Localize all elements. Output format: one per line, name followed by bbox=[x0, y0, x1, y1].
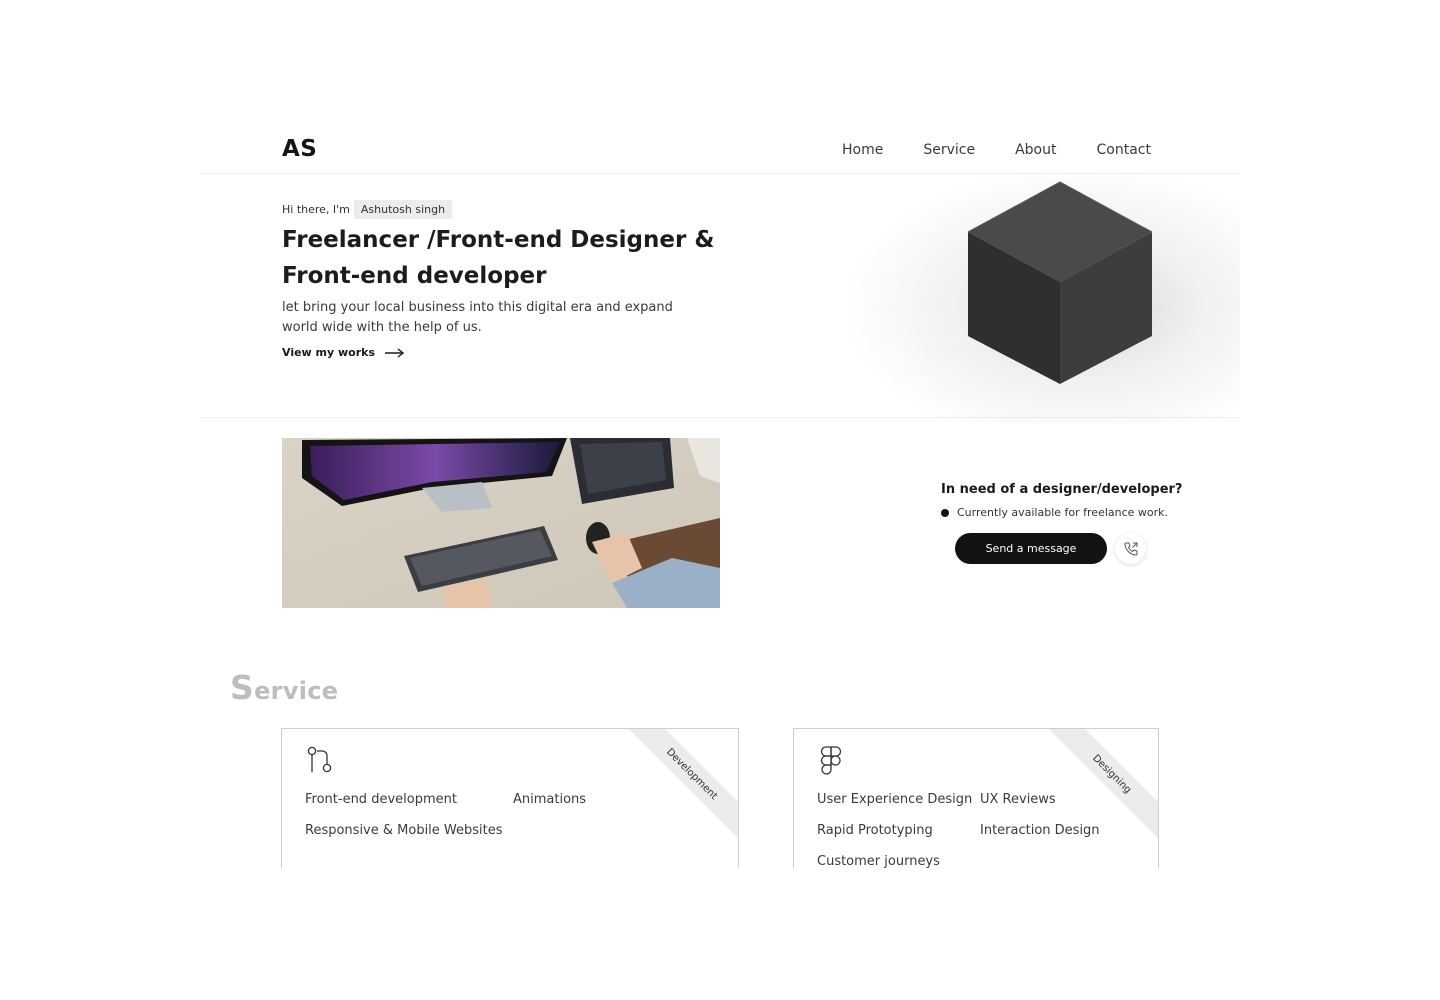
service-heading: Service bbox=[230, 668, 338, 707]
portfolio-page: AS Home Service About Contact Hi there, … bbox=[200, 120, 1240, 868]
service-item: Front-end development bbox=[305, 792, 457, 807]
view-works-link[interactable]: View my works bbox=[282, 346, 405, 359]
cube-icon bbox=[967, 181, 1153, 384]
nav-about[interactable]: About bbox=[1015, 142, 1056, 158]
view-works-label: View my works bbox=[282, 346, 376, 359]
hero-headline: Freelancer /Front-end Designer & Front-e… bbox=[282, 227, 715, 289]
availability-text: Currently available for freelance work. bbox=[957, 506, 1169, 519]
greeting-text: Hi there, I'm bbox=[282, 203, 350, 216]
service-list: Front-end development Animations Respons… bbox=[305, 791, 693, 839]
service-item: User Experience Design bbox=[817, 792, 973, 807]
service-heading-cap: S bbox=[230, 668, 255, 707]
status-dot-icon bbox=[941, 508, 949, 517]
logo[interactable]: AS bbox=[282, 136, 317, 162]
nav-service[interactable]: Service bbox=[923, 142, 975, 158]
send-message-button[interactable]: Send a message bbox=[955, 533, 1107, 564]
service-item: Animations bbox=[513, 792, 587, 807]
cta-title: In need of a designer/developer? bbox=[941, 482, 1183, 497]
service-card-development: Development Front-end development Animat… bbox=[281, 728, 739, 868]
ribbon-label: Designing bbox=[1090, 752, 1134, 796]
git-branch-icon bbox=[307, 746, 332, 773]
service-item: Interaction Design bbox=[980, 823, 1100, 838]
service-item: UX Reviews bbox=[980, 792, 1056, 807]
nav-home[interactable]: Home bbox=[842, 142, 883, 158]
service-item: Rapid Prototyping bbox=[817, 823, 933, 838]
arrow-right-icon bbox=[385, 347, 405, 358]
name-chip: Ashutosh singh bbox=[353, 200, 453, 219]
service-item: Responsive & Mobile Websites bbox=[305, 823, 503, 838]
phone-icon bbox=[1123, 542, 1137, 556]
service-heading-rest: ervice bbox=[254, 677, 339, 705]
figma-icon bbox=[820, 746, 842, 775]
workspace-image bbox=[282, 438, 720, 608]
hero-section: Hi there, I'm Ashutosh singh Freelancer … bbox=[200, 164, 1240, 424]
call-button[interactable] bbox=[1115, 533, 1146, 564]
service-item: Customer journeys bbox=[817, 854, 940, 868]
main-nav: Home Service About Contact bbox=[842, 142, 1191, 158]
nav-contact[interactable]: Contact bbox=[1097, 142, 1151, 158]
availability-status: Currently available for freelance work. bbox=[941, 506, 1168, 519]
service-card-designing: Designing User Experience Design UX Revi… bbox=[793, 728, 1159, 868]
workspace-photo bbox=[282, 438, 720, 608]
service-list: User Experience Design UX Reviews Rapid … bbox=[817, 791, 1150, 868]
greeting-line: Hi there, I'm Ashutosh singh bbox=[282, 200, 453, 219]
hero-cube-illustration bbox=[800, 164, 1240, 429]
hero-description: let bring your local business into this … bbox=[282, 300, 673, 335]
